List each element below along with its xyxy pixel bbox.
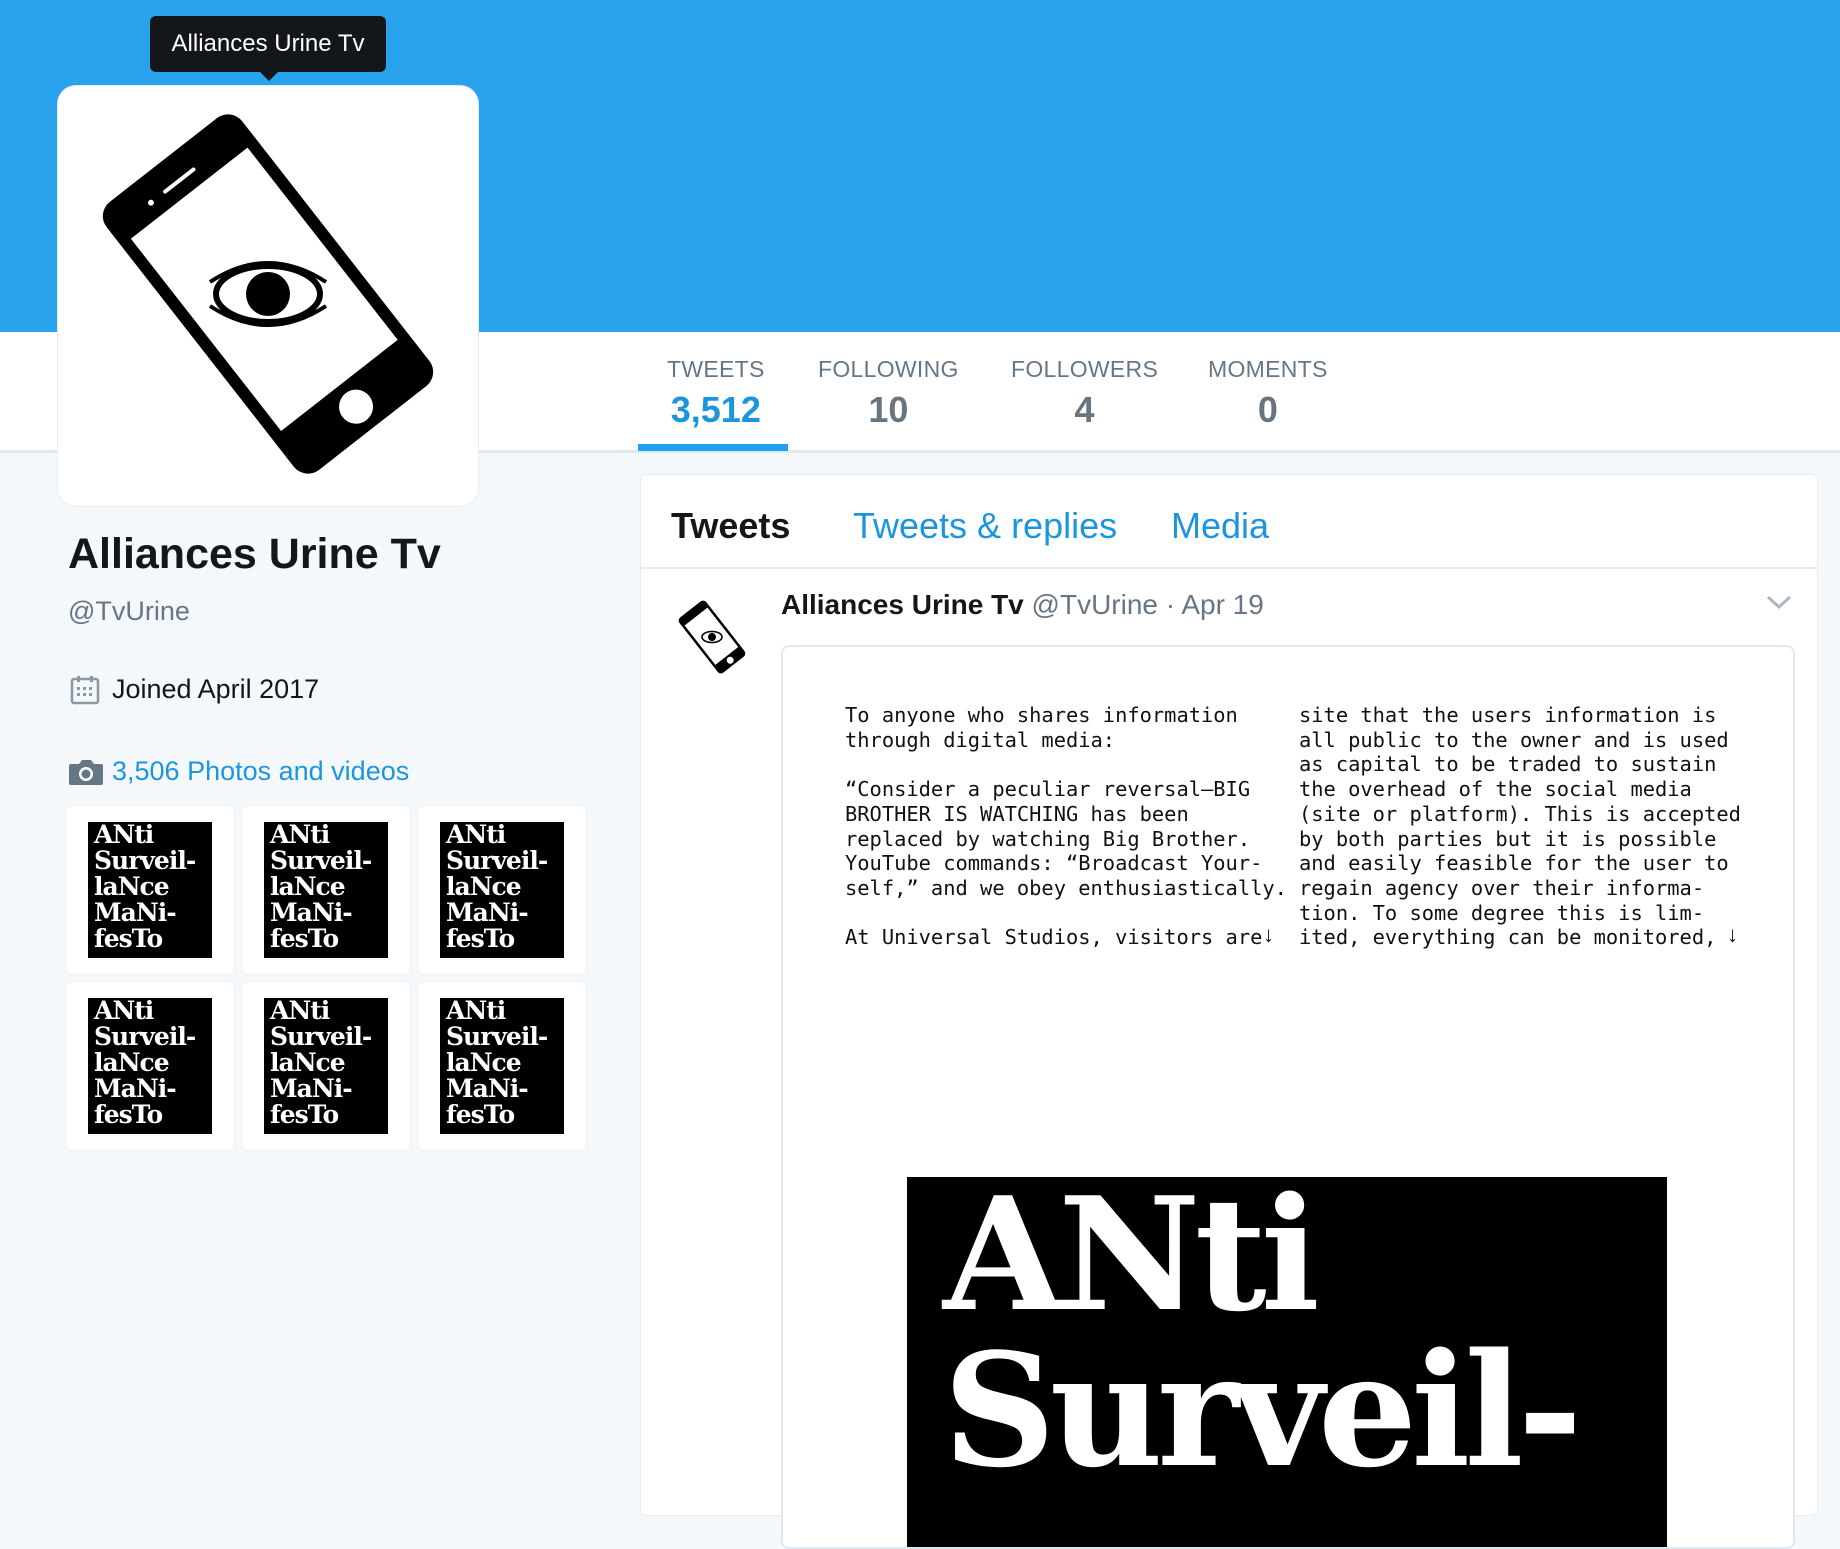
media-text-column-left: To anyone who shares information through… [845, 703, 1287, 950]
profile-avatar[interactable] [58, 86, 478, 506]
cover-line: laNce [446, 1048, 522, 1077]
photo-thumbnail[interactable]: ANti Surveil- laNce MaNi- fesTo [66, 982, 234, 1150]
cover-line: laNce [446, 872, 522, 901]
manifesto-cover-image: ANti Surveil- laNce MaNi- fesTo [264, 998, 388, 1134]
timeline-panel: Tweets Tweets & replies Media Alliances … [640, 474, 1818, 1549]
manifesto-cover-image: ANti Surveil- laNce MaNi- fesTo [440, 998, 564, 1134]
stat-value: 4 [1074, 389, 1095, 430]
tweet-author-handle[interactable]: @TvUrine [1032, 589, 1158, 620]
tweet-author-name[interactable]: Alliances Urine Tv [781, 589, 1024, 620]
cover-line: Surveil- [94, 1022, 196, 1051]
tweet-avatar[interactable] [669, 593, 759, 683]
continue-arrow-icon: ↓ [1263, 922, 1274, 947]
cover-line: Surveil- [270, 846, 372, 875]
phone-eye-icon [678, 600, 746, 674]
calendar-icon [70, 675, 100, 704]
cover-line: MaNi- [94, 898, 177, 927]
cover-line: Surveil- [446, 846, 548, 875]
stat-value: 10 [868, 389, 909, 430]
manifesto-cover-image: ANti Surveil- laNce MaNi- fesTo [440, 822, 564, 958]
tweet-separator: · [1165, 589, 1176, 620]
joined-text: Joined April 2017 [112, 674, 320, 704]
stat-followers[interactable]: FOLLOWERS 4 [1011, 356, 1158, 431]
cover-line: fesTo [94, 924, 163, 953]
joined-date: Joined April 2017 [70, 674, 319, 705]
cover-line: ANti [94, 998, 154, 1025]
title-line: Surveil- [943, 1319, 1582, 1502]
photo-thumbnail[interactable]: ANti Surveil- laNce MaNi- fesTo [418, 806, 586, 974]
cover-line: fesTo [446, 924, 515, 953]
stat-value: 0 [1257, 389, 1278, 430]
cover-line: ANti [446, 822, 506, 849]
manifesto-title-block: ANti Surveil- [907, 1177, 1667, 1547]
stat-following[interactable]: FOLLOWING 10 [818, 356, 959, 431]
tab-divider [641, 567, 1817, 569]
cover-line: fesTo [94, 1100, 163, 1129]
continue-arrow-icon: ↓ [1727, 922, 1738, 947]
cover-line: laNce [94, 872, 170, 901]
photo-thumbnail[interactable]: ANti Surveil- laNce MaNi- fesTo [66, 806, 234, 974]
photos-videos-text: 3,506 Photos and videos [112, 756, 410, 786]
cover-line: ANti [94, 822, 154, 849]
media-text-column-right: site that the users information is all p… [1299, 703, 1741, 950]
camera-icon [69, 759, 103, 785]
stat-label: FOLLOWERS [1011, 356, 1159, 382]
stat-label: MOMENTS [1208, 356, 1328, 382]
cover-line: ANti [270, 998, 330, 1025]
cover-line: ANti [446, 998, 506, 1025]
cover-line: ANti [270, 822, 330, 849]
cover-line: MaNi- [270, 898, 353, 927]
stat-tweets[interactable]: TWEETS 3,512 [667, 356, 765, 431]
stat-label: TWEETS [667, 356, 765, 382]
avatar-tooltip: Alliances Urine Tv [150, 16, 386, 72]
cover-line: Surveil- [94, 846, 196, 875]
phone-eye-icon [102, 114, 434, 474]
tab-media[interactable]: Media [1171, 505, 1269, 547]
chevron-down-icon[interactable] [1765, 593, 1793, 616]
cover-line: Surveil- [270, 1022, 372, 1051]
manifesto-cover-image: ANti Surveil- laNce MaNi- fesTo [88, 822, 212, 958]
tooltip-arrow [259, 71, 279, 81]
tweet-media-image[interactable]: To anyone who shares information through… [781, 645, 1795, 1549]
stat-value: 3,512 [670, 389, 761, 430]
profile-name[interactable]: Alliances Urine Tv [68, 530, 441, 579]
stat-moments[interactable]: MOMENTS 0 [1208, 356, 1328, 431]
cover-line: laNce [270, 1048, 346, 1077]
tweet-date[interactable]: Apr 19 [1181, 589, 1264, 620]
stat-label: FOLLOWING [818, 356, 959, 382]
cover-line: MaNi- [94, 1074, 177, 1103]
tab-tweets-replies[interactable]: Tweets & replies [853, 505, 1117, 547]
cover-line: fesTo [270, 924, 339, 953]
cover-line: MaNi- [270, 1074, 353, 1103]
active-stat-indicator [638, 444, 788, 451]
cover-line: fesTo [270, 1100, 339, 1129]
cover-line: MaNi- [446, 1074, 529, 1103]
photo-thumbnail[interactable]: ANti Surveil- laNce MaNi- fesTo [418, 982, 586, 1150]
cover-line: fesTo [446, 1100, 515, 1129]
photo-thumbnail[interactable]: ANti Surveil- laNce MaNi- fesTo [242, 806, 410, 974]
manifesto-cover-image: ANti Surveil- laNce MaNi- fesTo [264, 822, 388, 958]
cover-line: MaNi- [446, 898, 529, 927]
cover-line: laNce [270, 872, 346, 901]
photo-thumbnail[interactable]: ANti Surveil- laNce MaNi- fesTo [242, 982, 410, 1150]
tweet-header: Alliances Urine Tv @TvUrine · Apr 19 [781, 589, 1264, 621]
manifesto-cover-image: ANti Surveil- laNce MaNi- fesTo [88, 998, 212, 1134]
profile-handle[interactable]: @TvUrine [68, 596, 190, 627]
tab-tweets[interactable]: Tweets [671, 505, 790, 547]
cover-line: laNce [94, 1048, 170, 1077]
cover-line: Surveil- [446, 1022, 548, 1051]
title-line: ANti [943, 1177, 1320, 1346]
photos-videos-link[interactable]: 3,506 Photos and videos [68, 756, 409, 787]
